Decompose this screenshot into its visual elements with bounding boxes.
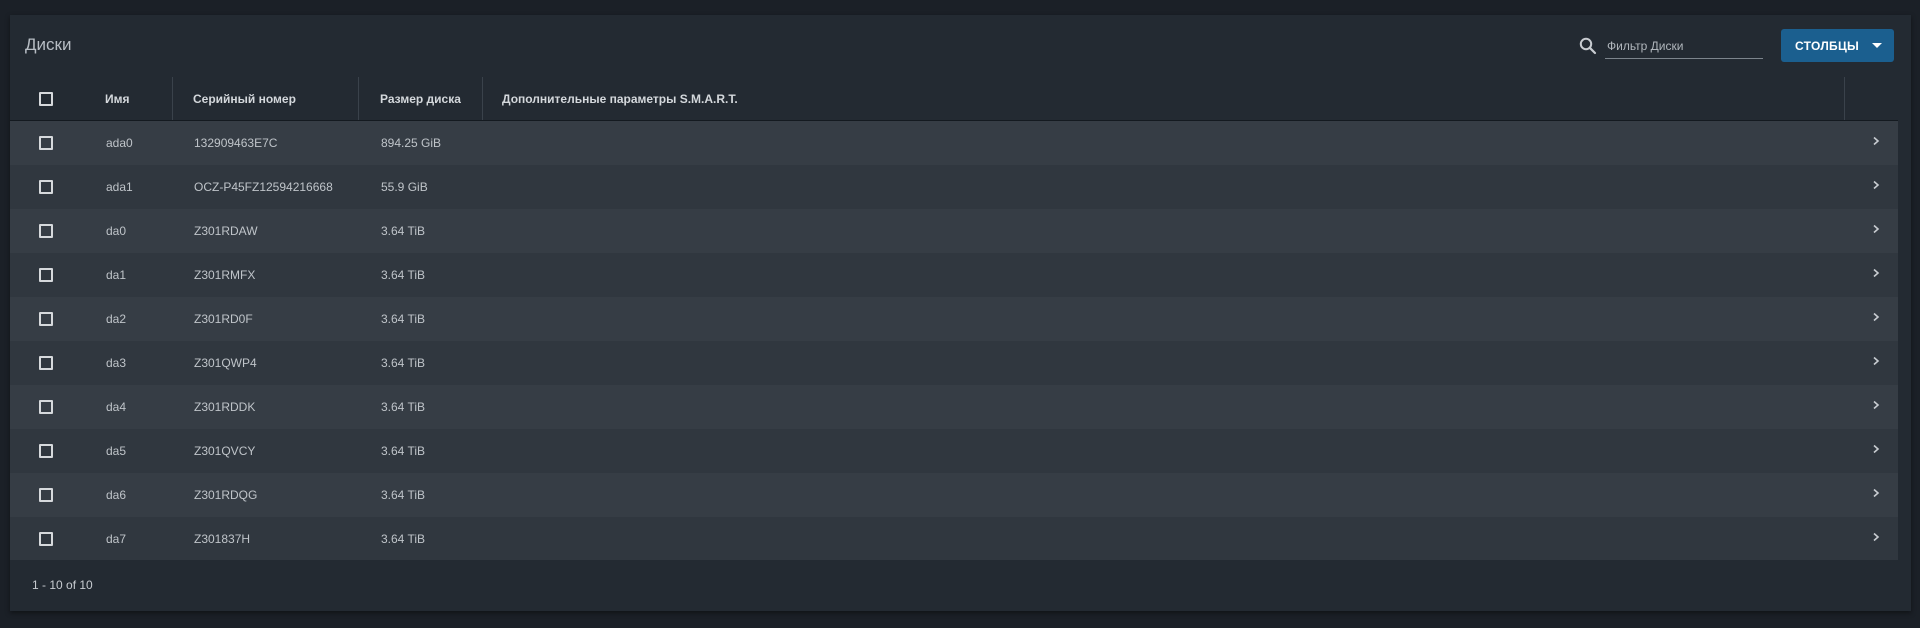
row-checkbox[interactable] — [39, 488, 53, 502]
table-row[interactable]: da4 Z301RDDK 3.64 TiB — [10, 385, 1898, 429]
cell-size: 55.9 GiB — [381, 180, 428, 194]
cell-name: da5 — [106, 444, 127, 458]
row-checkbox[interactable] — [39, 444, 53, 458]
chevron-right-icon[interactable] — [1872, 530, 1880, 545]
cell-serial: Z301QWP4 — [194, 356, 257, 370]
cell-serial: Z301RD0F — [194, 312, 253, 326]
cell-name: da0 — [106, 224, 127, 238]
chevron-right-icon[interactable] — [1872, 486, 1880, 501]
cell-size: 3.64 TiB — [381, 268, 426, 282]
cell-size: 3.64 TiB — [381, 400, 426, 414]
table-header-row: Имя Серийный номер Размер диска Дополнит… — [10, 77, 1898, 121]
search-icon — [1578, 36, 1598, 56]
row-checkbox[interactable] — [39, 136, 53, 150]
table-row[interactable]: da1 Z301RMFX 3.64 TiB — [10, 253, 1898, 297]
column-header-smart[interactable]: Дополнительные параметры S.M.A.R.T. — [502, 77, 738, 120]
paginator-range-label: 1 - 10 of 10 — [32, 578, 93, 592]
column-header-size[interactable]: Размер диска — [380, 77, 461, 120]
row-checkbox[interactable] — [39, 180, 53, 194]
filter-input[interactable] — [1605, 33, 1763, 59]
cell-size: 3.64 TiB — [381, 532, 426, 546]
table-row[interactable]: ada0 132909463E7C 894.25 GiB — [10, 121, 1898, 165]
column-divider — [482, 77, 483, 120]
paginator: 1 - 10 of 10 — [10, 560, 1911, 611]
row-checkbox[interactable] — [39, 268, 53, 282]
page-title: Диски — [25, 35, 72, 54]
row-checkbox[interactable] — [39, 532, 53, 546]
chevron-right-icon[interactable] — [1872, 178, 1880, 193]
chevron-right-icon[interactable] — [1872, 354, 1880, 369]
row-checkbox[interactable] — [39, 400, 53, 414]
cell-size: 3.64 TiB — [381, 356, 426, 370]
columns-button-label: СТОЛБЦЫ — [1795, 38, 1860, 53]
column-header-serial[interactable]: Серийный номер — [193, 77, 296, 120]
row-checkbox[interactable] — [39, 312, 53, 326]
cell-size: 3.64 TiB — [381, 488, 426, 502]
cell-serial: Z301RDAW — [194, 224, 258, 238]
table-row[interactable]: da7 Z301837H 3.64 TiB — [10, 517, 1898, 561]
column-divider — [172, 77, 173, 120]
cell-name: da7 — [106, 532, 127, 546]
cell-name: da4 — [106, 400, 127, 414]
table-row[interactable]: ada1 OCZ-P45FZ12594216668 55.9 GiB — [10, 165, 1898, 209]
cell-serial: Z301RMFX — [194, 268, 256, 282]
cell-size: 3.64 TiB — [381, 224, 426, 238]
table-row[interactable]: da2 Z301RD0F 3.64 TiB — [10, 297, 1898, 341]
cell-size: 3.64 TiB — [381, 444, 426, 458]
columns-button[interactable]: СТОЛБЦЫ — [1781, 29, 1894, 62]
chevron-right-icon[interactable] — [1872, 222, 1880, 237]
chevron-right-icon[interactable] — [1872, 266, 1880, 281]
cell-name: da6 — [106, 488, 127, 502]
column-header-name[interactable]: Имя — [105, 77, 130, 120]
column-divider — [358, 77, 359, 120]
table-row[interactable]: da0 Z301RDAW 3.64 TiB — [10, 209, 1898, 253]
table-row[interactable]: da6 Z301RDQG 3.64 TiB — [10, 473, 1898, 517]
cell-name: da2 — [106, 312, 127, 326]
chevron-right-icon[interactable] — [1872, 310, 1880, 325]
cell-name: da1 — [106, 268, 127, 282]
table-row[interactable]: da3 Z301QWP4 3.64 TiB — [10, 341, 1898, 385]
cell-name: ada0 — [106, 136, 133, 150]
chevron-right-icon[interactable] — [1872, 442, 1880, 457]
column-divider — [1844, 77, 1845, 120]
row-checkbox[interactable] — [39, 356, 53, 370]
table-body: ada0 132909463E7C 894.25 GiB ada1 OCZ-P45FZ1… — [10, 121, 1898, 561]
cell-name: da3 — [106, 356, 127, 370]
card-header: Диски СТОЛБЦЫ — [10, 15, 1911, 75]
cell-serial: OCZ-P45FZ12594216668 — [194, 180, 333, 194]
cell-serial: Z301QVCY — [194, 444, 256, 458]
chevron-right-icon[interactable] — [1872, 398, 1880, 413]
cell-serial: 132909463E7C — [194, 136, 278, 150]
disks-table: Имя Серийный номер Размер диска Дополнит… — [10, 77, 1898, 561]
cell-name: ada1 — [106, 180, 133, 194]
table-row[interactable]: da5 Z301QVCY 3.64 TiB — [10, 429, 1898, 473]
disks-card: Диски СТОЛБЦЫ Имя Серийный номер Размер … — [10, 15, 1911, 611]
cell-serial: Z301RDDK — [194, 400, 256, 414]
row-checkbox[interactable] — [39, 224, 53, 238]
cell-size: 894.25 GiB — [381, 136, 442, 150]
chevron-right-icon[interactable] — [1872, 134, 1880, 149]
cell-serial: Z301837H — [194, 532, 251, 546]
select-all-checkbox[interactable] — [39, 92, 53, 106]
cell-size: 3.64 TiB — [381, 312, 426, 326]
caret-down-icon[interactable] — [1872, 43, 1882, 48]
cell-serial: Z301RDQG — [194, 488, 258, 502]
